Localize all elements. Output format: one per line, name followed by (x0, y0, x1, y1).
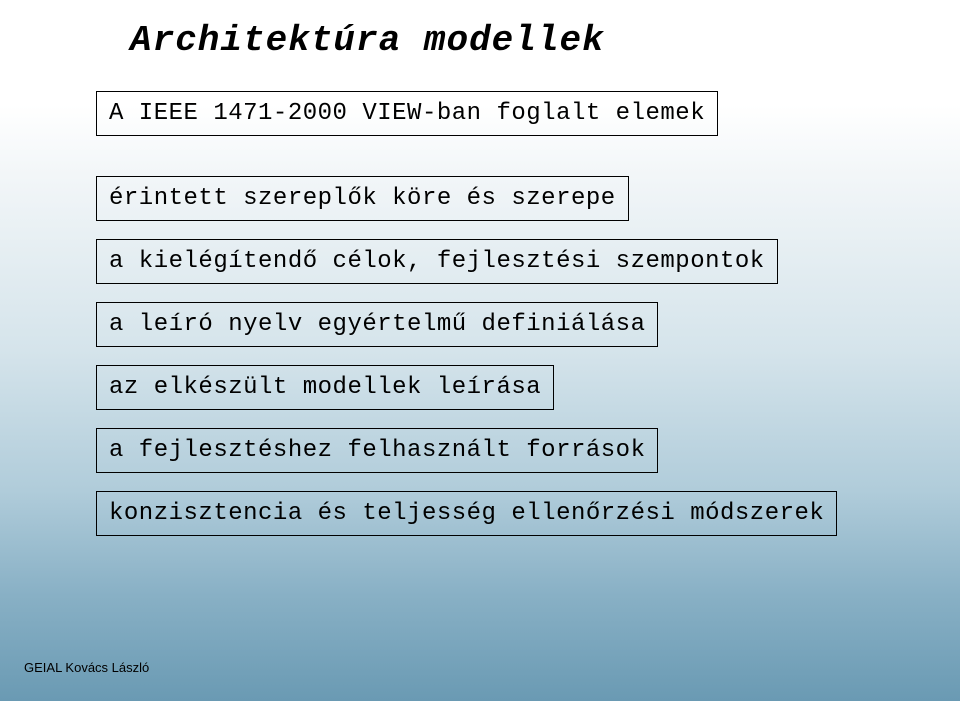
footer-author: GEIAL Kovács László (24, 660, 149, 675)
slide-title: Architektúra modellek (130, 20, 870, 61)
item-box-3: a leíró nyelv egyértelmű definiálása (96, 302, 658, 347)
item-box-5: a fejlesztéshez felhasznált források (96, 428, 658, 473)
item-box-6: konzisztencia és teljesség ellenőrzési m… (96, 491, 837, 536)
slide: Architektúra modellek A IEEE 1471-2000 V… (0, 0, 960, 701)
item-box-4: az elkészült modellek leírása (96, 365, 554, 410)
item-box-1: érintett szereplők köre és szerepe (96, 176, 629, 221)
item-box-2: a kielégítendő célok, fejlesztési szempo… (96, 239, 778, 284)
subtitle-box: A IEEE 1471-2000 VIEW-ban foglalt elemek (96, 91, 718, 136)
